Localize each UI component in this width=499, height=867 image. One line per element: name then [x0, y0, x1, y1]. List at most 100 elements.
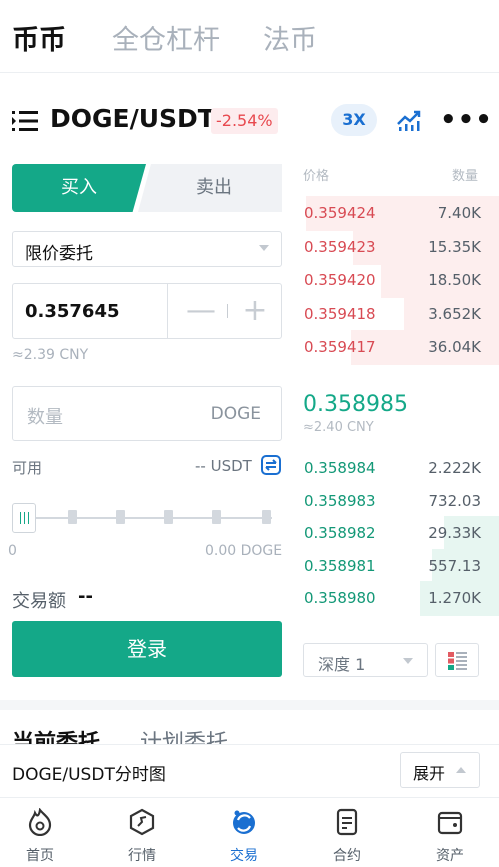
nav-trade-label: 交易 — [230, 848, 258, 864]
ask-qty: 36.04K — [428, 338, 481, 356]
bid-row[interactable]: 0.358980 1.270K — [302, 581, 499, 616]
ask-qty: 3.652K — [428, 304, 481, 323]
depth-select[interactable]: 深度 1 — [303, 643, 428, 677]
turnover-value: -- — [78, 586, 93, 607]
header-divider — [0, 72, 499, 73]
bid-qty: 732.03 — [428, 491, 482, 510]
bid-row[interactable]: 0.358983 732.03 — [302, 484, 499, 519]
section-separator — [0, 700, 499, 710]
slider-step-75[interactable] — [164, 510, 173, 524]
tab-current-orders[interactable]: 当前委托 — [12, 731, 100, 745]
nav-home[interactable]: 首页 — [0, 798, 90, 867]
price-value[interactable]: 0.357645 — [25, 301, 120, 322]
price-minus-button[interactable]: — — [181, 290, 221, 332]
trade-screen: 币币 全仓杠杆 法币 DOGE/USDT -2.54% 3X ••• 买入 卖出… — [0, 0, 499, 867]
ask-row[interactable]: 0.359418 3.652K — [302, 296, 499, 332]
caret-down-icon — [403, 658, 413, 664]
amount-slider-handle[interactable] — [12, 503, 36, 533]
bid-row[interactable]: 0.358982 29.33K — [302, 516, 499, 551]
ask-row[interactable]: 0.359424 7.40K — [302, 196, 499, 231]
slider-step-25[interactable] — [68, 510, 77, 524]
bid-row[interactable]: 0.358984 2.222K — [302, 451, 499, 486]
orderbook-price-header: 价格 — [303, 169, 330, 184]
bid-qty: 557.13 — [428, 556, 482, 575]
orderbook-qty-header: 数量 — [452, 169, 479, 184]
orderbook-layout-icon — [448, 652, 467, 670]
nav-contract[interactable]: 合约 — [297, 798, 397, 867]
menu-list-icon[interactable] — [12, 110, 38, 132]
ask-price: 0.359418 — [304, 304, 376, 323]
nav-contract-label: 合约 — [333, 848, 361, 864]
nav-assets-label: 资产 — [436, 848, 464, 864]
bid-price: 0.358982 — [304, 524, 376, 542]
slider-step-100[interactable] — [262, 510, 271, 524]
ask-qty: 15.35K — [428, 237, 481, 256]
price-divider — [167, 284, 168, 338]
contract-icon — [336, 808, 358, 836]
bid-price: 0.358981 — [304, 556, 376, 575]
tab-spot[interactable]: 币币 — [12, 18, 66, 57]
bid-qty: 2.222K — [428, 459, 481, 477]
slider-step-50[interactable] — [116, 510, 125, 524]
caret-down-icon — [259, 245, 269, 251]
market-icon — [129, 808, 155, 836]
nav-trade[interactable]: 交易 — [194, 798, 294, 867]
transfer-icon[interactable] — [261, 455, 281, 475]
nav-home-label: 首页 — [26, 848, 54, 864]
buy-tab[interactable]: 买入 — [12, 164, 146, 212]
sell-tab[interactable]: 卖出 — [138, 164, 282, 212]
stepper-divider — [227, 304, 228, 318]
amount-slider-track[interactable] — [22, 517, 272, 519]
last-price-cny: ≈2.40 CNY — [303, 420, 374, 435]
pair-name[interactable]: DOGE/USDT — [50, 104, 215, 133]
bid-price: 0.358984 — [304, 459, 376, 477]
ask-row[interactable]: 0.359423 15.35K — [302, 229, 499, 265]
ask-qty: 18.50K — [428, 271, 481, 289]
caret-up-icon — [456, 767, 466, 773]
bid-qty: 1.270K — [428, 589, 481, 607]
pair-change-badge: -2.54% — [211, 108, 278, 134]
ask-price: 0.359423 — [304, 237, 376, 256]
bid-price: 0.358980 — [304, 589, 376, 607]
tab-plan-orders[interactable]: 计划委托 — [140, 731, 228, 745]
tab-fiat[interactable]: 法币 — [263, 18, 317, 57]
trade-icon — [233, 810, 255, 834]
slider-max-label: 0.00 DOGE — [205, 543, 283, 559]
last-price: 0.358985 — [303, 392, 408, 417]
kline-chart-icon[interactable] — [396, 108, 422, 132]
bid-price: 0.358983 — [304, 491, 376, 510]
ask-price: 0.359420 — [304, 271, 376, 289]
slider-step-90[interactable] — [212, 510, 221, 524]
quantity-unit: DOGE — [210, 404, 261, 424]
flame-icon — [28, 808, 52, 836]
available-label: 可用 — [12, 459, 43, 477]
tab-margin[interactable]: 全仓杠杆 — [112, 18, 220, 57]
price-plus-button[interactable]: + — [235, 290, 275, 332]
orderbook-layout-button[interactable] — [435, 643, 479, 677]
login-button[interactable]: 登录 — [12, 621, 282, 677]
chart-bar-title: DOGE/USDT分时图 — [12, 765, 166, 785]
order-type-select[interactable]: 限价委托 — [12, 231, 282, 267]
quantity-input[interactable]: 数量 DOGE — [12, 386, 282, 441]
quantity-placeholder: 数量 — [27, 407, 63, 428]
ask-row[interactable]: 0.359417 36.04K — [302, 330, 499, 365]
ask-price: 0.359417 — [304, 338, 376, 356]
expand-label: 展开 — [413, 764, 446, 783]
turnover-label: 交易额 — [12, 591, 66, 612]
nav-assets[interactable]: 资产 — [400, 798, 499, 867]
price-cny-approx: ≈2.39 CNY — [12, 347, 89, 363]
ask-price: 0.359424 — [304, 204, 376, 222]
ask-qty: 7.40K — [437, 204, 481, 222]
price-input[interactable]: 0.357645 — + — [12, 283, 282, 339]
bottom-navigation: 首页 行情 交易 合约 资产 — [0, 797, 499, 867]
leverage-badge[interactable]: 3X — [331, 104, 377, 136]
more-icon[interactable]: ••• — [440, 105, 493, 135]
nav-market[interactable]: 行情 — [92, 798, 192, 867]
wallet-icon — [437, 811, 463, 835]
ask-row[interactable]: 0.359420 18.50K — [302, 263, 499, 298]
expand-chart-button[interactable]: 展开 — [400, 752, 480, 788]
bid-row[interactable]: 0.358981 557.13 — [302, 548, 499, 584]
bid-qty: 29.33K — [428, 524, 481, 542]
nav-market-label: 行情 — [128, 848, 156, 864]
available-value: -- USDT — [195, 457, 252, 475]
